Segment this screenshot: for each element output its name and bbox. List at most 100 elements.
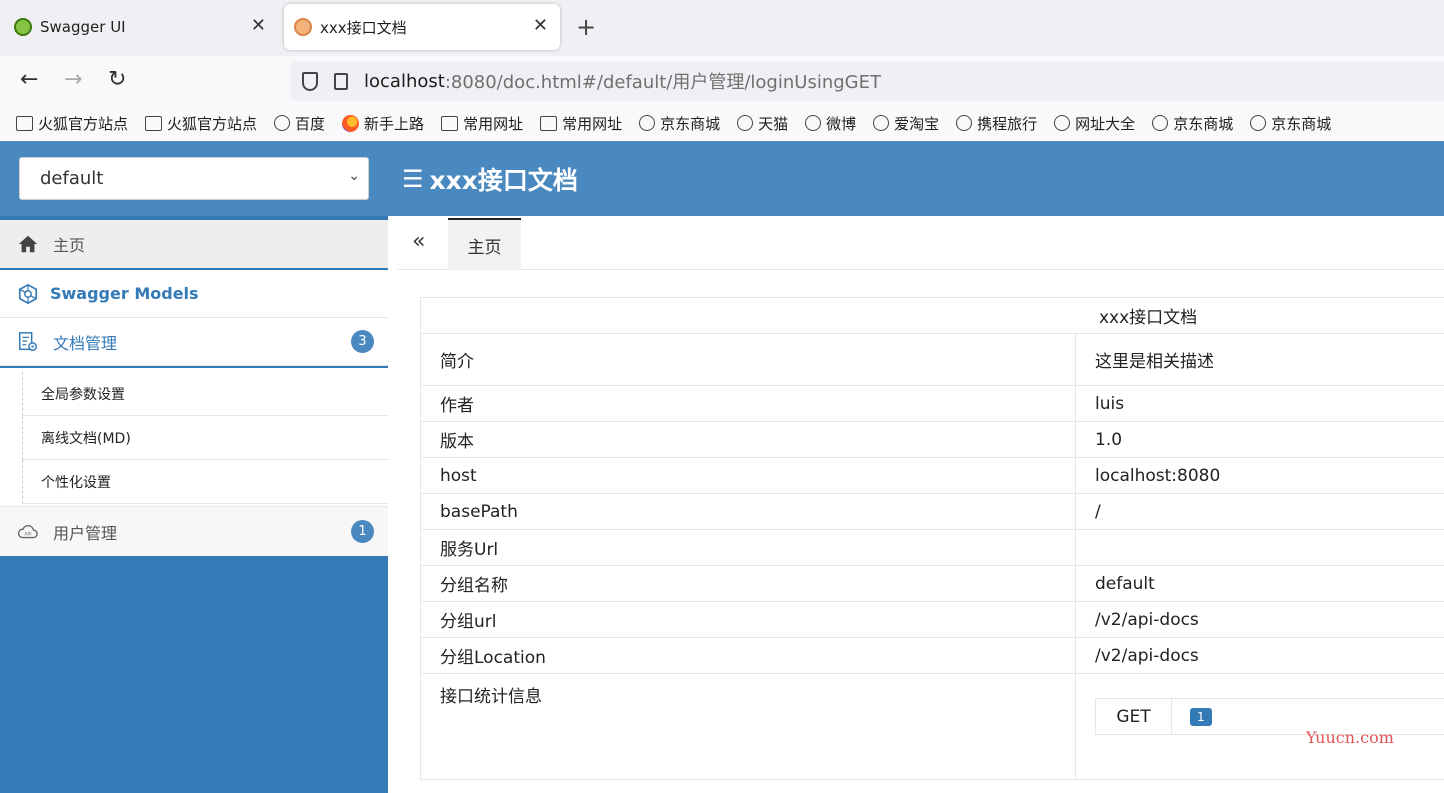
row-key: 服务Url xyxy=(420,529,1076,566)
row-value: localhost:8080 xyxy=(1075,457,1444,494)
globe-icon xyxy=(1152,115,1169,131)
table-row: basePath / xyxy=(420,493,1444,530)
sidebar-item-swagger-models[interactable]: Swagger Models xyxy=(0,270,388,318)
bookmark-item[interactable]: 新手上路 xyxy=(342,113,424,134)
sidebar-item-users[interactable]: API 用户管理 1 xyxy=(0,506,388,556)
globe-icon xyxy=(873,115,890,131)
sidebar-subitem-offline-docs[interactable]: 离线文档(MD) xyxy=(22,416,388,460)
chevron-down-icon: ⌄ xyxy=(348,168,360,184)
watermark: Yuucn.com xyxy=(1306,728,1394,747)
tab-home[interactable]: 主页 xyxy=(448,218,521,270)
sidebar-subitem-personal-settings[interactable]: 个性化设置 xyxy=(22,460,388,504)
stats-method: GET xyxy=(1096,699,1172,734)
bookmark-item[interactable]: 火狐官方站点 xyxy=(145,113,257,134)
row-key: 版本 xyxy=(420,421,1076,458)
count-badge: 3 xyxy=(351,330,374,353)
bookmark-item[interactable]: 天猫 xyxy=(737,113,788,134)
browser-tab-docs[interactable]: xxx接口文档 ✕ xyxy=(284,4,560,50)
back-arrow-icon[interactable]: ← xyxy=(20,68,38,92)
group-select-value: default xyxy=(40,168,104,189)
content-tabs: « 主页 xyxy=(398,216,1444,270)
address-bar[interactable]: localhost:8080/doc.html#/default/用户管理/lo… xyxy=(290,61,1444,101)
sidebar-item-label: 文档管理 xyxy=(53,333,118,353)
bookmark-item[interactable]: 携程旅行 xyxy=(956,113,1037,134)
swagger-favicon-icon xyxy=(14,18,32,36)
folder-icon xyxy=(441,115,459,131)
bookmark-item[interactable]: 网址大全 xyxy=(1054,113,1135,134)
reload-icon[interactable]: ↻ xyxy=(108,68,126,92)
collapse-sidebar-icon[interactable]: « xyxy=(412,230,425,254)
table-row-stats: 接口统计信息 GET 1 xyxy=(420,673,1444,780)
bookmark-item[interactable]: 京东商城 xyxy=(639,113,720,134)
browser-tab-swagger[interactable]: Swagger UI ✕ xyxy=(0,4,278,50)
row-key: basePath xyxy=(420,493,1076,530)
row-key: 简介 xyxy=(420,333,1076,386)
close-icon[interactable]: ✕ xyxy=(533,16,548,36)
stats-count-cell: 1 xyxy=(1172,699,1212,734)
sidebar-item-home[interactable]: 主页 xyxy=(0,220,388,268)
bookmark-item[interactable]: 微博 xyxy=(805,113,856,134)
sidebar-item-label: 主页 xyxy=(53,236,86,255)
sidebar-subitems: 全局参数设置 离线文档(MD) 个性化设置 xyxy=(0,368,388,506)
new-tab-icon[interactable]: + xyxy=(576,14,596,40)
bookmarks-bar: 火狐官方站点 火狐官方站点 百度 新手上路 常用网址 常用网址 京东商城 天猫 … xyxy=(0,106,1444,140)
bookmark-item[interactable]: 常用网址 xyxy=(441,113,523,134)
sidebar: 主页 Swagger Models 文档管理 3 全局参数设置 离线文档(MD)… xyxy=(0,216,388,793)
stats-count-badge: 1 xyxy=(1190,707,1212,726)
row-value: default xyxy=(1075,565,1444,602)
table-row: 作者 luis xyxy=(420,385,1444,422)
globe-icon xyxy=(639,115,656,131)
app-title: ☰ xxx接口文档 xyxy=(402,161,578,197)
app-title-text: xxx接口文档 xyxy=(429,166,578,195)
url-path: :8080/doc.html#/default/用户管理/loginUsingG… xyxy=(444,72,881,93)
table-row: 分组url /v2/api-docs xyxy=(420,601,1444,638)
table-title: xxx接口文档 xyxy=(420,297,1444,334)
row-key: 分组Location xyxy=(420,637,1076,674)
row-value: /v2/api-docs xyxy=(1075,637,1444,674)
row-value: 1.0 xyxy=(1075,421,1444,458)
globe-icon xyxy=(274,115,291,131)
sidebar-item-docs[interactable]: 文档管理 3 xyxy=(0,318,388,366)
tab-title: Swagger UI xyxy=(40,18,126,36)
close-icon[interactable]: ✕ xyxy=(251,16,266,36)
table-row: 简介 这里是相关描述 xyxy=(420,333,1444,386)
page-favicon-icon xyxy=(294,18,312,36)
menu-toggle-icon[interactable]: ☰ xyxy=(402,165,424,193)
page-icon[interactable] xyxy=(334,72,348,90)
table-row: 分组Location /v2/api-docs xyxy=(420,637,1444,674)
folder-icon xyxy=(540,115,558,131)
bookmark-item[interactable]: 京东商城 xyxy=(1250,113,1331,134)
api-cloud-icon: API xyxy=(17,524,38,538)
shield-icon[interactable] xyxy=(302,71,318,91)
bookmark-item[interactable]: 百度 xyxy=(274,113,325,134)
row-key: 分组url xyxy=(420,601,1076,638)
table-row: 分组名称 default xyxy=(420,565,1444,602)
tab-title: xxx接口文档 xyxy=(320,18,407,37)
sidebar-item-label: 用户管理 xyxy=(53,523,118,543)
bookmark-item[interactable]: 京东商城 xyxy=(1152,113,1233,134)
globe-icon xyxy=(1250,115,1267,131)
table-title-row: xxx接口文档 xyxy=(420,297,1444,334)
count-badge: 1 xyxy=(351,520,374,543)
sidebar-item-label: Swagger Models xyxy=(50,284,199,303)
app-header: default ⌄ ☰ xxx接口文档 xyxy=(0,141,1444,216)
row-value: luis xyxy=(1075,385,1444,422)
folder-icon xyxy=(16,115,33,131)
row-key: 分组名称 xyxy=(420,565,1076,602)
svg-text:API: API xyxy=(24,531,31,537)
browser-navbar: ← → ↻ localhost:8080/doc.html#/default/用… xyxy=(0,56,1444,106)
table-row: 版本 1.0 xyxy=(420,421,1444,458)
browser-tabbar: Swagger UI ✕ xxx接口文档 ✕ + xyxy=(0,0,1444,56)
bookmark-item[interactable]: 爱淘宝 xyxy=(873,113,939,134)
forward-arrow-icon[interactable]: → xyxy=(64,68,82,92)
bookmark-item[interactable]: 火狐官方站点 xyxy=(16,113,128,134)
sidebar-subitem-global-params[interactable]: 全局参数设置 xyxy=(22,372,388,416)
table-row: 服务Url xyxy=(420,529,1444,566)
group-select[interactable]: default ⌄ xyxy=(19,157,369,200)
firefox-icon xyxy=(342,114,360,132)
url-host: localhost xyxy=(364,70,445,92)
bookmark-item[interactable]: 常用网址 xyxy=(540,113,622,134)
row-value: /v2/api-docs xyxy=(1075,601,1444,638)
row-key: host xyxy=(420,457,1076,494)
row-key: 接口统计信息 xyxy=(420,673,1076,780)
